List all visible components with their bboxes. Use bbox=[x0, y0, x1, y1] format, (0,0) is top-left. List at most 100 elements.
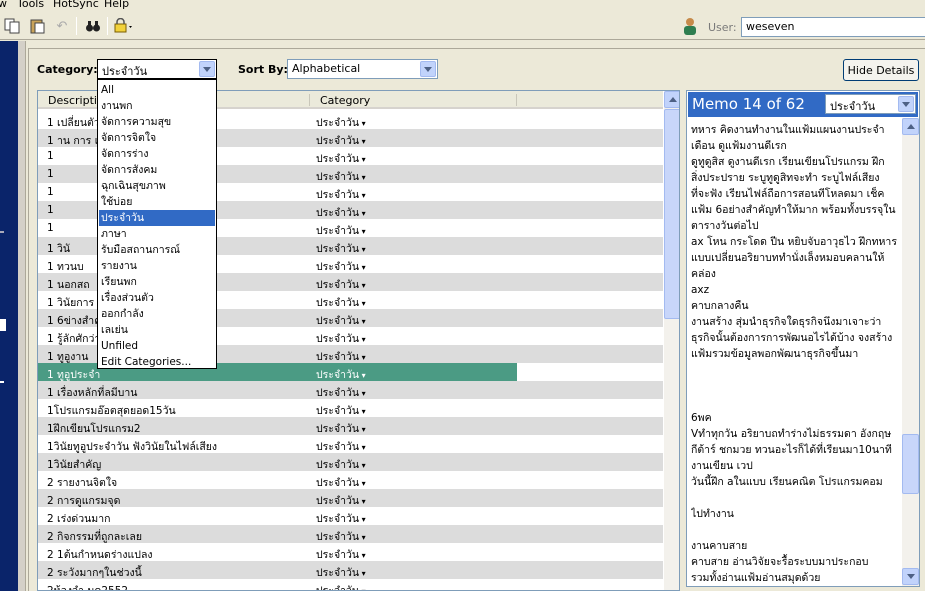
memo-body[interactable]: ทหาร คิดงานทำงานในแฟ้มแผนงานประจำ เดือน ด… bbox=[691, 122, 901, 584]
table-row[interactable]: 1 เรื่องหลักที่ลมีบาน ประจำวัน bbox=[38, 381, 663, 399]
memo-scrollbar[interactable] bbox=[902, 118, 919, 586]
row-category-select[interactable]: ประจำวัน bbox=[316, 546, 366, 561]
memo-line: ทหาร คิดงานทำงานในแฟ้มแผนงานประจำ bbox=[691, 124, 885, 136]
dropdown-item[interactable]: ประจำวัน bbox=[99, 210, 215, 226]
dropdown-item[interactable]: เรียนพก bbox=[99, 274, 215, 290]
chevron-down-icon[interactable] bbox=[199, 61, 215, 77]
table-row[interactable]: 2 รายงานจิตใจ ประจำวัน bbox=[38, 471, 663, 489]
lock-icon[interactable] bbox=[112, 16, 136, 36]
row-category-select[interactable]: ประจำวัน bbox=[316, 438, 366, 453]
dropdown-item[interactable]: รับมือสถานการณ์ bbox=[99, 242, 215, 258]
scroll-up-icon[interactable] bbox=[902, 118, 919, 135]
table-row[interactable]: 2 กิจกรรมที่ถูกละเลย ประจำวัน bbox=[38, 525, 663, 543]
row-category-select[interactable]: ประจำวัน bbox=[316, 150, 366, 165]
row-category-select[interactable]: ประจำวัน bbox=[316, 510, 366, 525]
dropdown-item[interactable]: จัดการสังคม bbox=[99, 162, 215, 178]
row-category-select[interactable]: ประจำวัน bbox=[316, 564, 366, 579]
row-category-select[interactable]: ประจำวัน bbox=[316, 348, 366, 363]
row-category-select[interactable]: ประจำวัน bbox=[316, 420, 366, 435]
dropdown-item[interactable]: Unfiled bbox=[99, 338, 215, 354]
row-category-select[interactable]: ประจำวัน bbox=[316, 114, 366, 129]
sort-by-label: Sort By: bbox=[238, 63, 288, 76]
dropdown-item[interactable]: ใช้บ่อย bbox=[99, 194, 215, 210]
row-category-select[interactable]: ประจำวัน bbox=[316, 276, 366, 291]
category-label: Category: bbox=[37, 63, 98, 76]
category-select-value: ประจำวัน bbox=[102, 65, 148, 78]
user-field[interactable]: weseven bbox=[741, 17, 925, 37]
table-row[interactable]: 1โปรแกรมอ๊อตสุดยอด15วัน ประจำวัน bbox=[38, 399, 663, 417]
scroll-down-icon[interactable] bbox=[902, 568, 919, 585]
hide-details-button[interactable]: Hide Details bbox=[843, 59, 919, 81]
column-header-category[interactable]: Category bbox=[320, 94, 370, 107]
row-category-select[interactable]: ประจำวัน bbox=[316, 474, 366, 489]
table-row[interactable]: 2 การดูแกรมจุด ประจำวัน bbox=[38, 489, 663, 507]
memo-line: 6พค bbox=[691, 412, 712, 424]
table-row[interactable]: 2 1ต้นกำหนดร่างแปลง ประจำวัน bbox=[38, 543, 663, 561]
row-description: 1วินัยสำคัญ bbox=[47, 459, 102, 471]
table-row[interactable]: 1วินัยทูอูประจำวัน ฟังวินัยในไฟล์เสียง ปร… bbox=[38, 435, 663, 453]
left-sidebar bbox=[0, 41, 18, 591]
table-row[interactable]: 2 ระวังมากๆในช่วงนี้ ประจำวัน bbox=[38, 561, 663, 579]
dropdown-item[interactable]: ฉุกเฉินสุขภาพ bbox=[99, 178, 215, 194]
left-splitter[interactable] bbox=[18, 41, 26, 591]
find-icon[interactable] bbox=[83, 16, 103, 36]
chevron-down-icon[interactable] bbox=[420, 61, 436, 77]
row-category-select[interactable]: ประจำวัน bbox=[316, 402, 366, 417]
row-category-select[interactable]: ประจำวัน bbox=[316, 528, 366, 543]
memo-line bbox=[691, 522, 901, 538]
row-category-select[interactable]: ประจำวัน bbox=[316, 168, 366, 183]
memo-line: ตารางวันต่อไป bbox=[691, 220, 759, 232]
row-category-select[interactable]: ประจำวัน bbox=[316, 132, 366, 147]
row-category-select[interactable]: ประจำวัน bbox=[316, 330, 366, 345]
menu-item-help[interactable]: Help bbox=[104, 0, 129, 10]
list-scrollbar[interactable] bbox=[664, 91, 679, 590]
chevron-down-icon[interactable] bbox=[898, 96, 914, 112]
dropdown-item[interactable]: รายงาน bbox=[99, 258, 215, 274]
row-category-select[interactable]: ประจำวัน bbox=[316, 312, 366, 327]
sort-by-select[interactable]: Alphabetical bbox=[287, 59, 438, 79]
table-row[interactable]: 2ห้องจำ มค2552 ประจำวัน bbox=[38, 579, 663, 590]
row-category-select[interactable]: ประจำวัน bbox=[316, 240, 366, 255]
scroll-up-icon[interactable] bbox=[664, 91, 679, 108]
memo-category-select[interactable]: ประจำวัน bbox=[825, 94, 916, 114]
memo-header: Memo 14 of 62 ประจำวัน bbox=[688, 92, 918, 117]
category-select[interactable]: ประจำวัน bbox=[97, 59, 217, 79]
memo-line: รวมทั้งอ่านแฟ้มอ่านสมุดด้วย bbox=[691, 572, 821, 584]
row-category-select[interactable]: ประจำวัน bbox=[316, 456, 366, 471]
dropdown-item[interactable]: จัดการร่าง bbox=[99, 146, 215, 162]
scroll-thumb[interactable] bbox=[664, 109, 679, 319]
dropdown-item[interactable]: ภาษา bbox=[99, 226, 215, 242]
memo-line: ที่จะฟัง เรียนไฟล์ถือการสอนทีโหลดมา เช็ค bbox=[691, 188, 885, 200]
menu-item-hotsync[interactable]: HotSync bbox=[53, 0, 99, 10]
menu-item-tools[interactable]: Tools bbox=[17, 0, 44, 10]
table-row[interactable]: 2 เร่งด่วนมาก ประจำวัน bbox=[38, 507, 663, 525]
row-category-select[interactable]: ประจำวัน bbox=[316, 492, 366, 507]
row-category-select[interactable]: ประจำวัน bbox=[316, 204, 366, 219]
row-category-select[interactable]: ประจำวัน bbox=[316, 222, 366, 237]
scroll-thumb[interactable] bbox=[902, 434, 919, 494]
undo-icon[interactable]: ↶ bbox=[52, 16, 72, 36]
row-category-select[interactable]: ประจำวัน bbox=[316, 186, 366, 201]
paste-icon[interactable] bbox=[27, 16, 47, 36]
dropdown-item[interactable]: Edit Categories... bbox=[99, 354, 215, 370]
memo-detail-pane: Memo 14 of 62 ประจำวัน ทหาร คิดงานทำงานใ… bbox=[686, 90, 920, 587]
row-category-select[interactable]: ประจำวัน bbox=[316, 294, 366, 309]
dropdown-item[interactable]: งานพก bbox=[99, 98, 215, 114]
dropdown-item[interactable]: ออกกำลัง bbox=[99, 306, 215, 322]
dropdown-item[interactable]: จัดการจิตใจ bbox=[99, 130, 215, 146]
memo-line: แฟ้ม 6อย่างสำคัญทำให้มาก พร้อมทั้งบรรจุใ… bbox=[691, 204, 896, 216]
dropdown-item[interactable]: All bbox=[99, 82, 215, 98]
dropdown-item[interactable]: จัดการความสุข bbox=[99, 114, 215, 130]
row-category-select[interactable]: ประจำวัน bbox=[316, 384, 366, 399]
row-description: 1โปรแกรมอ๊อตสุดยอด15วัน bbox=[47, 405, 176, 417]
table-row[interactable]: 1ฝึกเขียนโปรแกรม2 ประจำวัน bbox=[38, 417, 663, 435]
dropdown-item[interactable]: เรื่องส่วนตัว bbox=[99, 290, 215, 306]
row-category-select[interactable]: ประจำวัน bbox=[316, 366, 366, 381]
row-category-select[interactable]: ประจำวัน bbox=[316, 582, 366, 590]
row-category-select[interactable]: ประจำวัน bbox=[316, 258, 366, 273]
dropdown-item[interactable]: เลเย่น bbox=[99, 322, 215, 338]
row-description: 2 รายงานจิตใจ bbox=[47, 477, 118, 489]
table-row[interactable]: 1วินัยสำคัญ ประจำวัน bbox=[38, 453, 663, 471]
menu-item-view[interactable]: w bbox=[0, 0, 7, 10]
copy-icon[interactable] bbox=[2, 16, 22, 36]
